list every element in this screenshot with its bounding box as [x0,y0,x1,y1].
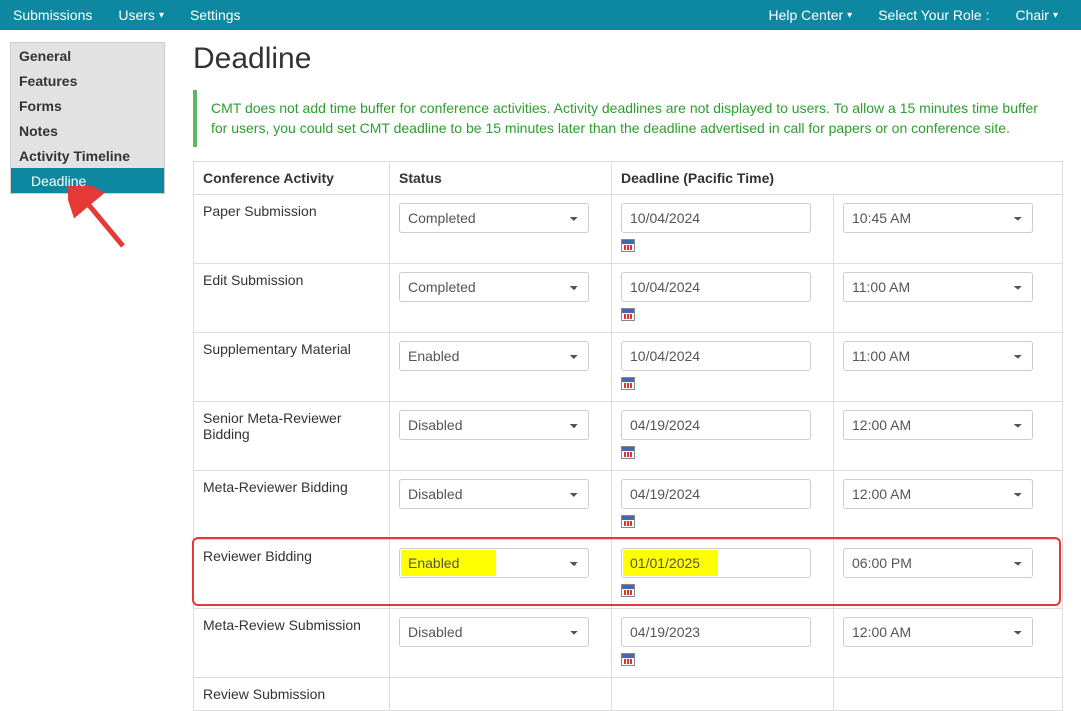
date-input[interactable] [621,203,811,233]
time-cell: 11:00 AM [834,263,1063,332]
header-status: Status [390,161,612,194]
time-select[interactable]: 12:00 AM [843,617,1033,647]
sidebar-item-features[interactable]: Features [11,68,164,93]
caret-down-icon: ▾ [847,10,852,21]
date-input[interactable] [621,410,811,440]
page-title: Deadline [193,42,1063,76]
date-input[interactable] [621,617,811,647]
nav-help-center[interactable]: Help Center▾ [755,0,865,30]
activity-label: Paper Submission [194,194,390,263]
status-cell: Disabled [390,608,612,677]
top-navbar: SubmissionsUsers▾Settings Help Center▾Se… [0,0,1081,30]
status-select[interactable]: Disabled [399,617,589,647]
status-cell: Enabled [390,539,612,608]
nav-chair[interactable]: Chair▾ [1003,0,1072,30]
status-cell: Disabled [390,401,612,470]
table-row: Meta-Reviewer Bidding Disabled 12:00 AM [194,470,1063,539]
activity-label: Senior Meta-Reviewer Bidding [194,401,390,470]
activity-label: Supplementary Material [194,332,390,401]
date-input[interactable] [621,479,811,509]
table-row: Meta-Review Submission Disabled 12:00 AM [194,608,1063,677]
time-cell: 11:00 AM [834,332,1063,401]
activity-label: Meta-Reviewer Bidding [194,470,390,539]
nav-submissions[interactable]: Submissions [0,0,105,30]
sidebar-item-general[interactable]: General [11,43,164,68]
time-select[interactable]: 06:00 PM [843,548,1033,578]
calendar-icon[interactable] [621,515,635,528]
date-cell [612,539,834,608]
settings-sidebar: GeneralFeaturesFormsNotesActivity Timeli… [10,42,165,711]
time-select[interactable]: 11:00 AM [843,341,1033,371]
date-cell [612,194,834,263]
calendar-icon[interactable] [621,446,635,459]
time-cell: 06:00 PM [834,539,1063,608]
time-select[interactable]: 12:00 AM [843,479,1033,509]
activity-label: Reviewer Bidding [194,539,390,608]
date-cell [612,401,834,470]
table-row: Paper Submission Completed 10:45 AM [194,194,1063,263]
table-row: Senior Meta-Reviewer Bidding Disabled 12:0… [194,401,1063,470]
status-cell: Disabled [390,470,612,539]
status-cell: Completed [390,194,612,263]
activity-label: Meta-Review Submission [194,608,390,677]
deadline-table: Conference Activity Status Deadline (Pac… [193,161,1063,711]
sidebar-item-activity-timeline[interactable]: Activity Timeline [11,143,164,168]
caret-down-icon: ▾ [1053,10,1058,21]
time-select[interactable]: 10:45 AM [843,203,1033,233]
sidebar-item-forms[interactable]: Forms [11,93,164,118]
date-cell [612,263,834,332]
status-cell: Enabled [390,332,612,401]
sidebar-item-deadline[interactable]: Deadline [11,168,164,193]
status-select[interactable]: Completed [399,272,589,302]
date-input[interactable] [621,341,811,371]
caret-down-icon: ▾ [159,10,164,21]
sidebar-item-notes[interactable]: Notes [11,118,164,143]
time-cell: 10:45 AM [834,194,1063,263]
table-row: Reviewer Bidding Enabled 06:00 PM [194,539,1063,608]
table-row: Edit Submission Completed 11:00 AM [194,263,1063,332]
header-activity: Conference Activity [194,161,390,194]
time-select[interactable]: 12:00 AM [843,410,1033,440]
status-cell: Completed [390,263,612,332]
calendar-icon[interactable] [621,377,635,390]
nav-select-your-role[interactable]: Select Your Role : [865,0,1002,30]
navbar-left: SubmissionsUsers▾Settings [0,0,254,30]
status-select[interactable]: Disabled [399,479,589,509]
nav-users[interactable]: Users▾ [105,0,177,30]
time-cell: 12:00 AM [834,608,1063,677]
nav-settings[interactable]: Settings [177,0,254,30]
status-select[interactable]: Completed [399,203,589,233]
calendar-icon[interactable] [621,653,635,666]
info-banner: CMT does not add time buffer for confere… [193,90,1063,147]
status-select[interactable]: Disabled [399,410,589,440]
date-cell [612,608,834,677]
date-input[interactable] [621,548,811,578]
date-cell [612,677,834,710]
time-cell: 12:00 AM [834,401,1063,470]
activity-label: Edit Submission [194,263,390,332]
navbar-right: Help Center▾Select Your Role :Chair▾ [755,0,1071,30]
status-select[interactable]: Enabled [399,548,589,578]
date-input[interactable] [621,272,811,302]
table-row: Supplementary Material Enabled 11:00 AM [194,332,1063,401]
date-cell [612,470,834,539]
activity-label: Review Submission [194,677,390,710]
status-select[interactable]: Enabled [399,341,589,371]
status-cell [390,677,612,710]
header-deadline: Deadline (Pacific Time) [612,161,1063,194]
time-cell: 12:00 AM [834,470,1063,539]
time-cell [834,677,1063,710]
calendar-icon[interactable] [621,239,635,252]
time-select[interactable]: 11:00 AM [843,272,1033,302]
table-row: Review Submission [194,677,1063,710]
main-content: Deadline CMT does not add time buffer fo… [165,42,1081,711]
calendar-icon[interactable] [621,308,635,321]
calendar-icon[interactable] [621,584,635,597]
date-cell [612,332,834,401]
